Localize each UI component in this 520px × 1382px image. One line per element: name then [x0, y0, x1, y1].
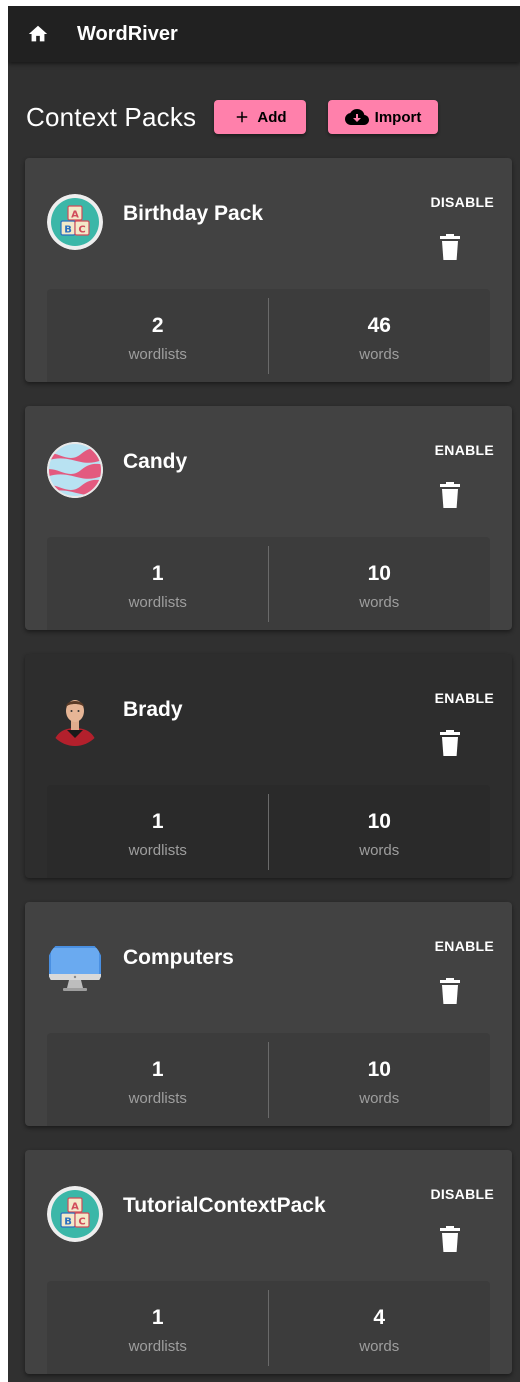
pack-stats: 2 wordlists 46 words — [47, 289, 490, 382]
words-label: words — [359, 346, 400, 363]
words-count: 4 — [373, 1306, 386, 1329]
svg-text:B: B — [64, 225, 72, 236]
wordlists-count: 1 — [151, 1058, 164, 1081]
monitor-icon — [47, 938, 103, 994]
trash-icon[interactable] — [440, 730, 460, 756]
wordlists-stat: 1 wordlists — [47, 1033, 269, 1126]
pack-name: Brady — [123, 698, 183, 721]
words-label: words — [359, 594, 400, 611]
cloud-download-icon — [344, 108, 369, 125]
words-count: 10 — [367, 810, 391, 833]
app-window: WordRiver Context Packs Add Import A B C… — [8, 6, 520, 1382]
wordlists-count: 1 — [151, 562, 164, 585]
enable-button[interactable]: ENABLE — [435, 938, 494, 954]
words-stat: 4 words — [269, 1281, 491, 1374]
wordlists-label: wordlists — [128, 1090, 187, 1107]
pack-name: Computers — [123, 946, 234, 969]
wordlists-label: wordlists — [128, 346, 187, 363]
context-pack-card[interactable]: A B C TutorialContextPack DISABLE 1 word… — [25, 1150, 512, 1374]
context-pack-card[interactable]: A B C Birthday Pack DISABLE 2 wordlists … — [25, 158, 512, 382]
pack-stats: 1 wordlists 10 words — [47, 1033, 490, 1126]
words-count: 10 — [367, 1058, 391, 1081]
words-stat: 46 words — [269, 289, 491, 382]
context-pack-card[interactable]: Candy ENABLE 1 wordlists 10 words — [25, 406, 512, 630]
trash-icon[interactable] — [440, 1226, 460, 1252]
disable-button[interactable]: DISABLE — [430, 194, 494, 210]
abc-blocks-icon: A B C — [47, 1186, 103, 1242]
svg-text:C: C — [78, 225, 85, 236]
stats-divider — [268, 1290, 269, 1366]
svg-text:B: B — [64, 1217, 72, 1228]
wordlists-label: wordlists — [128, 1338, 187, 1355]
words-count: 46 — [367, 314, 391, 337]
context-pack-card[interactable]: Brady ENABLE 1 wordlists 10 words — [25, 654, 512, 878]
svg-text:A: A — [71, 1202, 79, 1213]
words-label: words — [359, 1338, 400, 1355]
person-photo-icon — [47, 690, 103, 746]
page-header: Context Packs Add Import — [26, 99, 520, 135]
context-pack-card[interactable]: Computers ENABLE 1 wordlists 10 words — [25, 902, 512, 1126]
wordlists-stat: 1 wordlists — [47, 1281, 269, 1374]
pack-name: Candy — [123, 450, 188, 473]
home-icon[interactable] — [27, 23, 49, 45]
import-button-label: Import — [374, 108, 422, 126]
stats-divider — [268, 1042, 269, 1118]
wordlists-count: 1 — [151, 810, 164, 833]
svg-text:A: A — [71, 210, 79, 221]
wordlists-label: wordlists — [128, 594, 187, 611]
stats-divider — [268, 546, 269, 622]
trash-icon[interactable] — [440, 978, 460, 1004]
wordlists-label: wordlists — [128, 842, 187, 859]
words-label: words — [359, 1090, 400, 1107]
pack-stats: 1 wordlists 10 words — [47, 785, 490, 878]
pack-stats: 1 wordlists 4 words — [47, 1281, 490, 1374]
words-count: 10 — [367, 562, 391, 585]
disable-button[interactable]: DISABLE — [430, 1186, 494, 1202]
words-stat: 10 words — [269, 1033, 491, 1126]
candy-icon — [47, 442, 103, 498]
app-title: WordRiver — [77, 22, 178, 45]
wordlists-stat: 2 wordlists — [47, 289, 269, 382]
import-button[interactable]: Import — [328, 100, 438, 134]
wordlists-count: 1 — [151, 1306, 164, 1329]
enable-button[interactable]: ENABLE — [435, 690, 494, 706]
enable-button[interactable]: ENABLE — [435, 442, 494, 458]
abc-blocks-icon: A B C — [47, 194, 103, 250]
trash-icon[interactable] — [440, 482, 460, 508]
app-bar: WordRiver — [8, 6, 520, 62]
words-stat: 10 words — [269, 537, 491, 630]
pack-stats: 1 wordlists 10 words — [47, 537, 490, 630]
pack-name: Birthday Pack — [123, 202, 264, 225]
wordlists-count: 2 — [151, 314, 164, 337]
stats-divider — [268, 298, 269, 374]
stats-divider — [268, 794, 269, 870]
svg-text:C: C — [78, 1217, 85, 1228]
words-stat: 10 words — [269, 785, 491, 878]
add-button-label: Add — [257, 108, 287, 126]
plus-icon — [237, 111, 248, 123]
words-label: words — [359, 842, 400, 859]
wordlists-stat: 1 wordlists — [47, 537, 269, 630]
page-title: Context Packs — [26, 101, 197, 132]
pack-name: TutorialContextPack — [123, 1194, 326, 1217]
add-button[interactable]: Add — [214, 100, 306, 134]
trash-icon[interactable] — [440, 234, 460, 260]
wordlists-stat: 1 wordlists — [47, 785, 269, 878]
